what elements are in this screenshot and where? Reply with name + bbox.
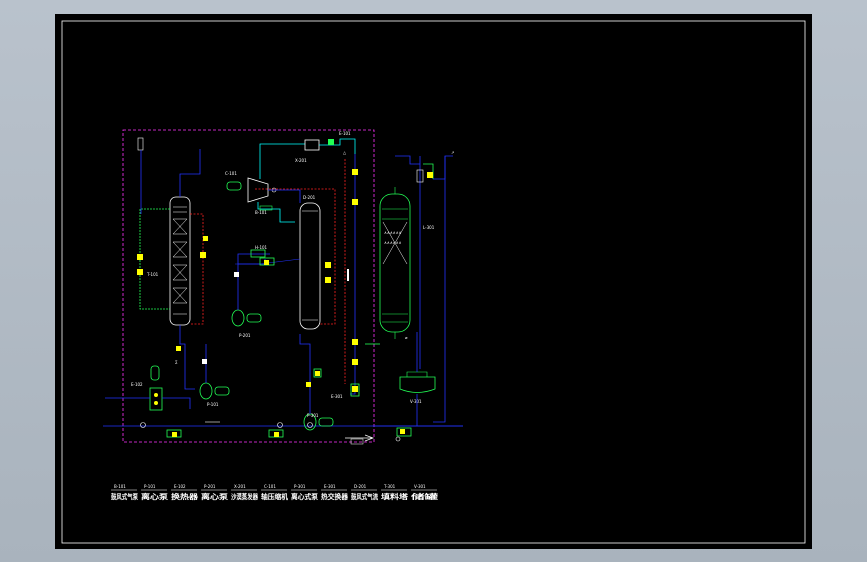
equipment-legend: B-101 鼓风式气泵 P-101 离心泵 E-102 换热器 P-201 离心泵 X-201 沙…	[111, 484, 438, 501]
tag-exchanger-right: E-301	[331, 394, 343, 399]
instrument-bottom-2[interactable]	[172, 432, 177, 437]
tag-pump-mid: P-201	[239, 333, 251, 338]
instrument-bottom-right[interactable]	[400, 429, 405, 434]
legend-item: P-201 离心泵	[201, 484, 228, 501]
tag-compressor: C-101	[225, 171, 237, 176]
instrument-right-3[interactable]	[352, 359, 358, 365]
instrument-right-1[interactable]	[352, 169, 358, 175]
valve-symbol-1: Σ	[175, 360, 178, 365]
svg-text:↗: ↗	[451, 150, 454, 155]
legend-name: 离心式泵	[291, 492, 318, 501]
cad-drawing-area[interactable]: T-101 Σ P-201 P-101 E-102 P-301 D-201 H-…	[55, 14, 812, 549]
instrument-bottom-1[interactable]	[176, 346, 181, 351]
separator-vessel[interactable]	[299, 202, 321, 330]
legend-code: B-101	[114, 484, 126, 489]
legend-name: 填料塔	[381, 492, 409, 501]
pump-mid[interactable]	[231, 309, 245, 327]
tag-pump-left: P-101	[207, 402, 219, 407]
instrument-left-4[interactable]	[203, 236, 208, 241]
compressor[interactable]	[247, 177, 269, 203]
legend-name: 离心泵	[201, 492, 228, 501]
receiver-right[interactable]	[399, 376, 436, 393]
svg-text:△: △	[343, 150, 347, 155]
legend-code: P-101	[144, 484, 156, 489]
process-flow-diagram: T-101 Σ P-201 P-101 E-102 P-301 D-201 H-…	[61, 20, 806, 544]
legend-code: D-201	[354, 484, 367, 489]
legend-name: 储罐	[409, 492, 438, 501]
legend-code: T-301	[383, 484, 396, 489]
gauge-mid	[234, 272, 239, 277]
instrument-sep-1[interactable]	[325, 262, 331, 268]
instrument-right-4[interactable]	[352, 339, 358, 345]
tag-blower: B-101	[255, 210, 267, 215]
legend-code: E-102	[174, 484, 186, 489]
column-right[interactable]	[379, 193, 411, 333]
legend-name: 热交换器	[321, 492, 349, 501]
instrument-left-2[interactable]	[137, 269, 143, 275]
tag-receiver-right: V-301	[410, 399, 422, 404]
tank-left[interactable]	[149, 387, 163, 411]
drawing-border	[61, 20, 806, 544]
legend-code: P-201	[204, 484, 216, 489]
legend-code: E-301	[324, 484, 336, 489]
instrument-right-5[interactable]	[352, 386, 358, 392]
legend-item: X-201 沙漠蒸发器	[231, 484, 259, 501]
column-left[interactable]	[169, 196, 191, 326]
legend-item: P-101 离心泵	[141, 484, 168, 501]
legend-code: V-301	[414, 484, 426, 489]
instrument-right-2[interactable]	[352, 199, 358, 205]
legend-code: X-201	[234, 484, 246, 489]
legend-name: 沙漠蒸发器	[231, 492, 259, 501]
svg-text:∧∧∧∧∧∧: ∧∧∧∧∧∧	[384, 240, 402, 245]
instrument-sep-2[interactable]	[325, 277, 331, 283]
legend-code: C-101	[264, 484, 276, 489]
instrument-mid-2[interactable]	[306, 382, 311, 387]
legend-code: P-301	[294, 484, 306, 489]
legend-item: B-101 鼓风式气泵	[111, 484, 138, 501]
tag-column-left: T-101	[146, 272, 159, 277]
instrument-left-1[interactable]	[137, 254, 143, 260]
instrument-t-1[interactable]	[427, 172, 433, 178]
instrument-feed[interactable]	[264, 260, 269, 265]
pump-left[interactable]	[199, 382, 213, 400]
instrument-mid-1[interactable]	[315, 371, 320, 376]
legend-name: 鼓风式气流	[351, 492, 378, 501]
tag-heater-small: H-101	[255, 245, 268, 250]
legend-item: P-301 离心式泵	[291, 484, 318, 501]
svg-text:∧∧∧∧∧∧: ∧∧∧∧∧∧	[384, 230, 402, 235]
legend-item: V-301 储罐	[409, 484, 438, 501]
cooler-top[interactable]	[304, 139, 320, 151]
gauge-left	[202, 359, 207, 364]
tag-heater-top: X-201	[295, 158, 307, 163]
instrument-bottom-3[interactable]	[274, 432, 279, 437]
tag-pump-bottom: P-301	[307, 413, 319, 418]
vent-left	[137, 137, 144, 151]
tag-line-right: L-301	[423, 225, 435, 230]
legend-item: E-102 换热器	[171, 484, 199, 501]
tag-separator: D-201	[303, 195, 316, 200]
legend-item: D-201 鼓风式气流	[351, 484, 378, 501]
svg-text:⌀: ⌀	[405, 335, 408, 340]
legend-item: E-301 热交换器	[321, 484, 349, 501]
tag-cooler-top: E-101	[339, 131, 351, 136]
legend-name: 轴压缩机	[261, 492, 288, 501]
tag-tank-left: E-102	[131, 382, 143, 387]
legend-name: 离心泵	[141, 492, 168, 501]
instrument-left-3[interactable]	[200, 252, 206, 258]
legend-name: 换热器	[171, 492, 199, 501]
legend-name: 鼓风式气泵	[111, 492, 138, 501]
legend-item: C-101 轴压缩机	[261, 484, 288, 501]
legend-item: T-301 填料塔	[381, 484, 409, 501]
